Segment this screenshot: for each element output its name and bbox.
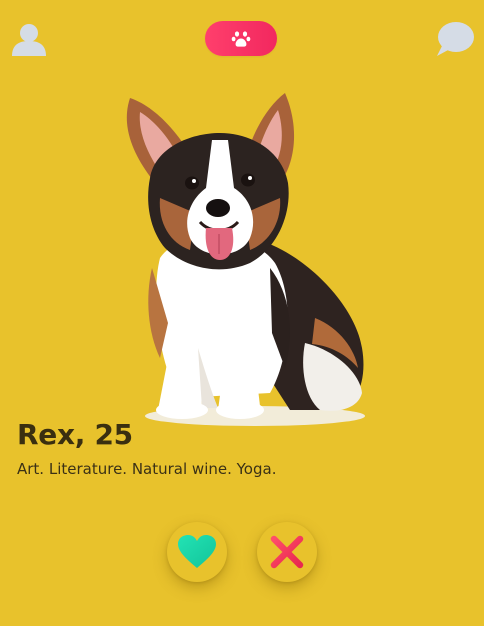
- profile-name-age: Rex, 25: [17, 418, 133, 451]
- top-bar: [0, 0, 484, 80]
- paw-icon: [231, 30, 251, 47]
- profile-interests: Art. Literature. Natural wine. Yoga.: [17, 460, 277, 478]
- user-icon: [12, 24, 46, 56]
- profile-button[interactable]: [10, 20, 48, 58]
- dislike-button[interactable]: [257, 522, 317, 582]
- corgi-dog-photo: [126, 93, 365, 426]
- profile-photo[interactable]: [100, 88, 375, 433]
- like-button[interactable]: [167, 522, 227, 582]
- heart-icon: [178, 535, 216, 568]
- app-screen: Rex, 25 Art. Literature. Natural wine. Y…: [0, 0, 484, 626]
- close-icon: [270, 535, 304, 569]
- messages-button[interactable]: [435, 20, 475, 58]
- chat-bubble-icon: [437, 22, 474, 56]
- discover-tab[interactable]: [205, 21, 277, 56]
